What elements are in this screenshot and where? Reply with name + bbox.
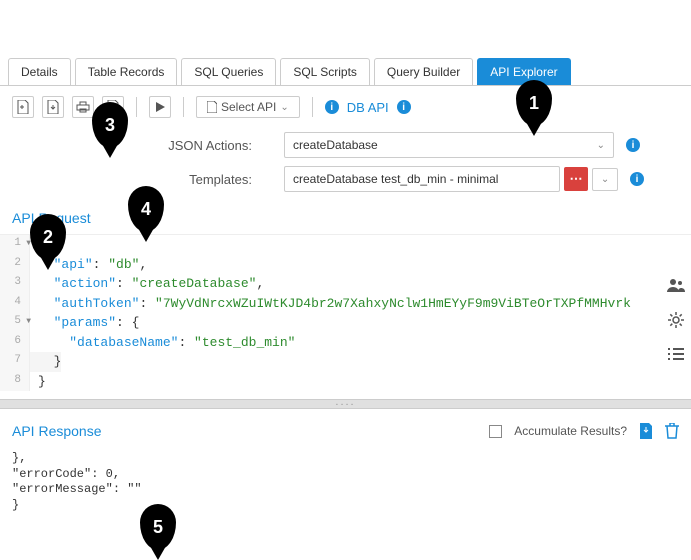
chevron-down-icon: ⌄	[597, 140, 605, 151]
tab-details[interactable]: Details	[8, 58, 71, 85]
templates-row: Templates: createDatabase test_db_min - …	[0, 162, 691, 196]
templates-value: createDatabase test_db_min - minimal	[293, 172, 498, 186]
tab-scripts[interactable]: SQL Scripts	[280, 58, 370, 85]
tab-builder[interactable]: Query Builder	[374, 58, 473, 85]
play-icon[interactable]	[149, 96, 171, 118]
tab-queries[interactable]: SQL Queries	[181, 58, 276, 85]
toolbar-divider	[312, 97, 313, 117]
toolbar-divider	[136, 97, 137, 117]
response-body: }, "errorCode": 0, "errorMessage": "" }	[0, 447, 691, 517]
toolbar-divider	[183, 97, 184, 117]
fold-icon[interactable]: ▼	[26, 316, 31, 328]
json-actions-value: createDatabase	[293, 138, 378, 152]
trash-icon[interactable]	[665, 423, 679, 439]
db-api-label: DB API	[347, 100, 389, 115]
select-api-button[interactable]: Select API ⌄	[196, 96, 300, 118]
chevron-down-icon: ⌄	[280, 102, 288, 113]
api-response-title: API Response	[12, 423, 102, 439]
accumulate-label: Accumulate Results?	[514, 424, 627, 438]
info-icon[interactable]: i	[630, 172, 644, 186]
download-icon[interactable]	[639, 423, 653, 439]
callout-5: 5	[140, 504, 176, 550]
chevron-down-icon: ⌄	[601, 174, 609, 185]
info-icon[interactable]: i	[397, 100, 411, 114]
request-editor[interactable]: 1▼{ 2 "api": "db", 3 "action": "createDa…	[0, 234, 691, 391]
new-file-icon[interactable]	[12, 96, 34, 118]
right-rail	[661, 278, 691, 360]
gear-icon[interactable]	[668, 312, 684, 328]
users-icon[interactable]	[667, 278, 685, 292]
splitter-handle[interactable]	[0, 399, 691, 409]
templates-dropdown-button[interactable]: ⌄	[592, 168, 618, 191]
info-icon[interactable]: i	[626, 138, 640, 152]
json-actions-select[interactable]: createDatabase ⌄	[284, 132, 614, 158]
tab-records[interactable]: Table Records	[75, 58, 178, 85]
info-icon[interactable]: i	[325, 100, 339, 114]
list-icon[interactable]	[668, 348, 684, 360]
response-header: API Response Accumulate Results?	[0, 409, 691, 447]
template-action-button[interactable]: ⋯	[564, 167, 588, 191]
templates-label: Templates:	[12, 172, 272, 187]
tab-bar: Details Table Records SQL Queries SQL Sc…	[0, 58, 691, 86]
select-api-label: Select API	[221, 100, 276, 114]
print-icon[interactable]	[72, 96, 94, 118]
json-actions-label: JSON Actions:	[12, 138, 272, 153]
tab-explorer[interactable]: API Explorer	[477, 58, 570, 85]
api-request-title: API Request	[0, 196, 691, 234]
accumulate-checkbox[interactable]	[489, 425, 502, 438]
save-icon[interactable]	[42, 96, 64, 118]
templates-select[interactable]: createDatabase test_db_min - minimal	[284, 166, 560, 192]
